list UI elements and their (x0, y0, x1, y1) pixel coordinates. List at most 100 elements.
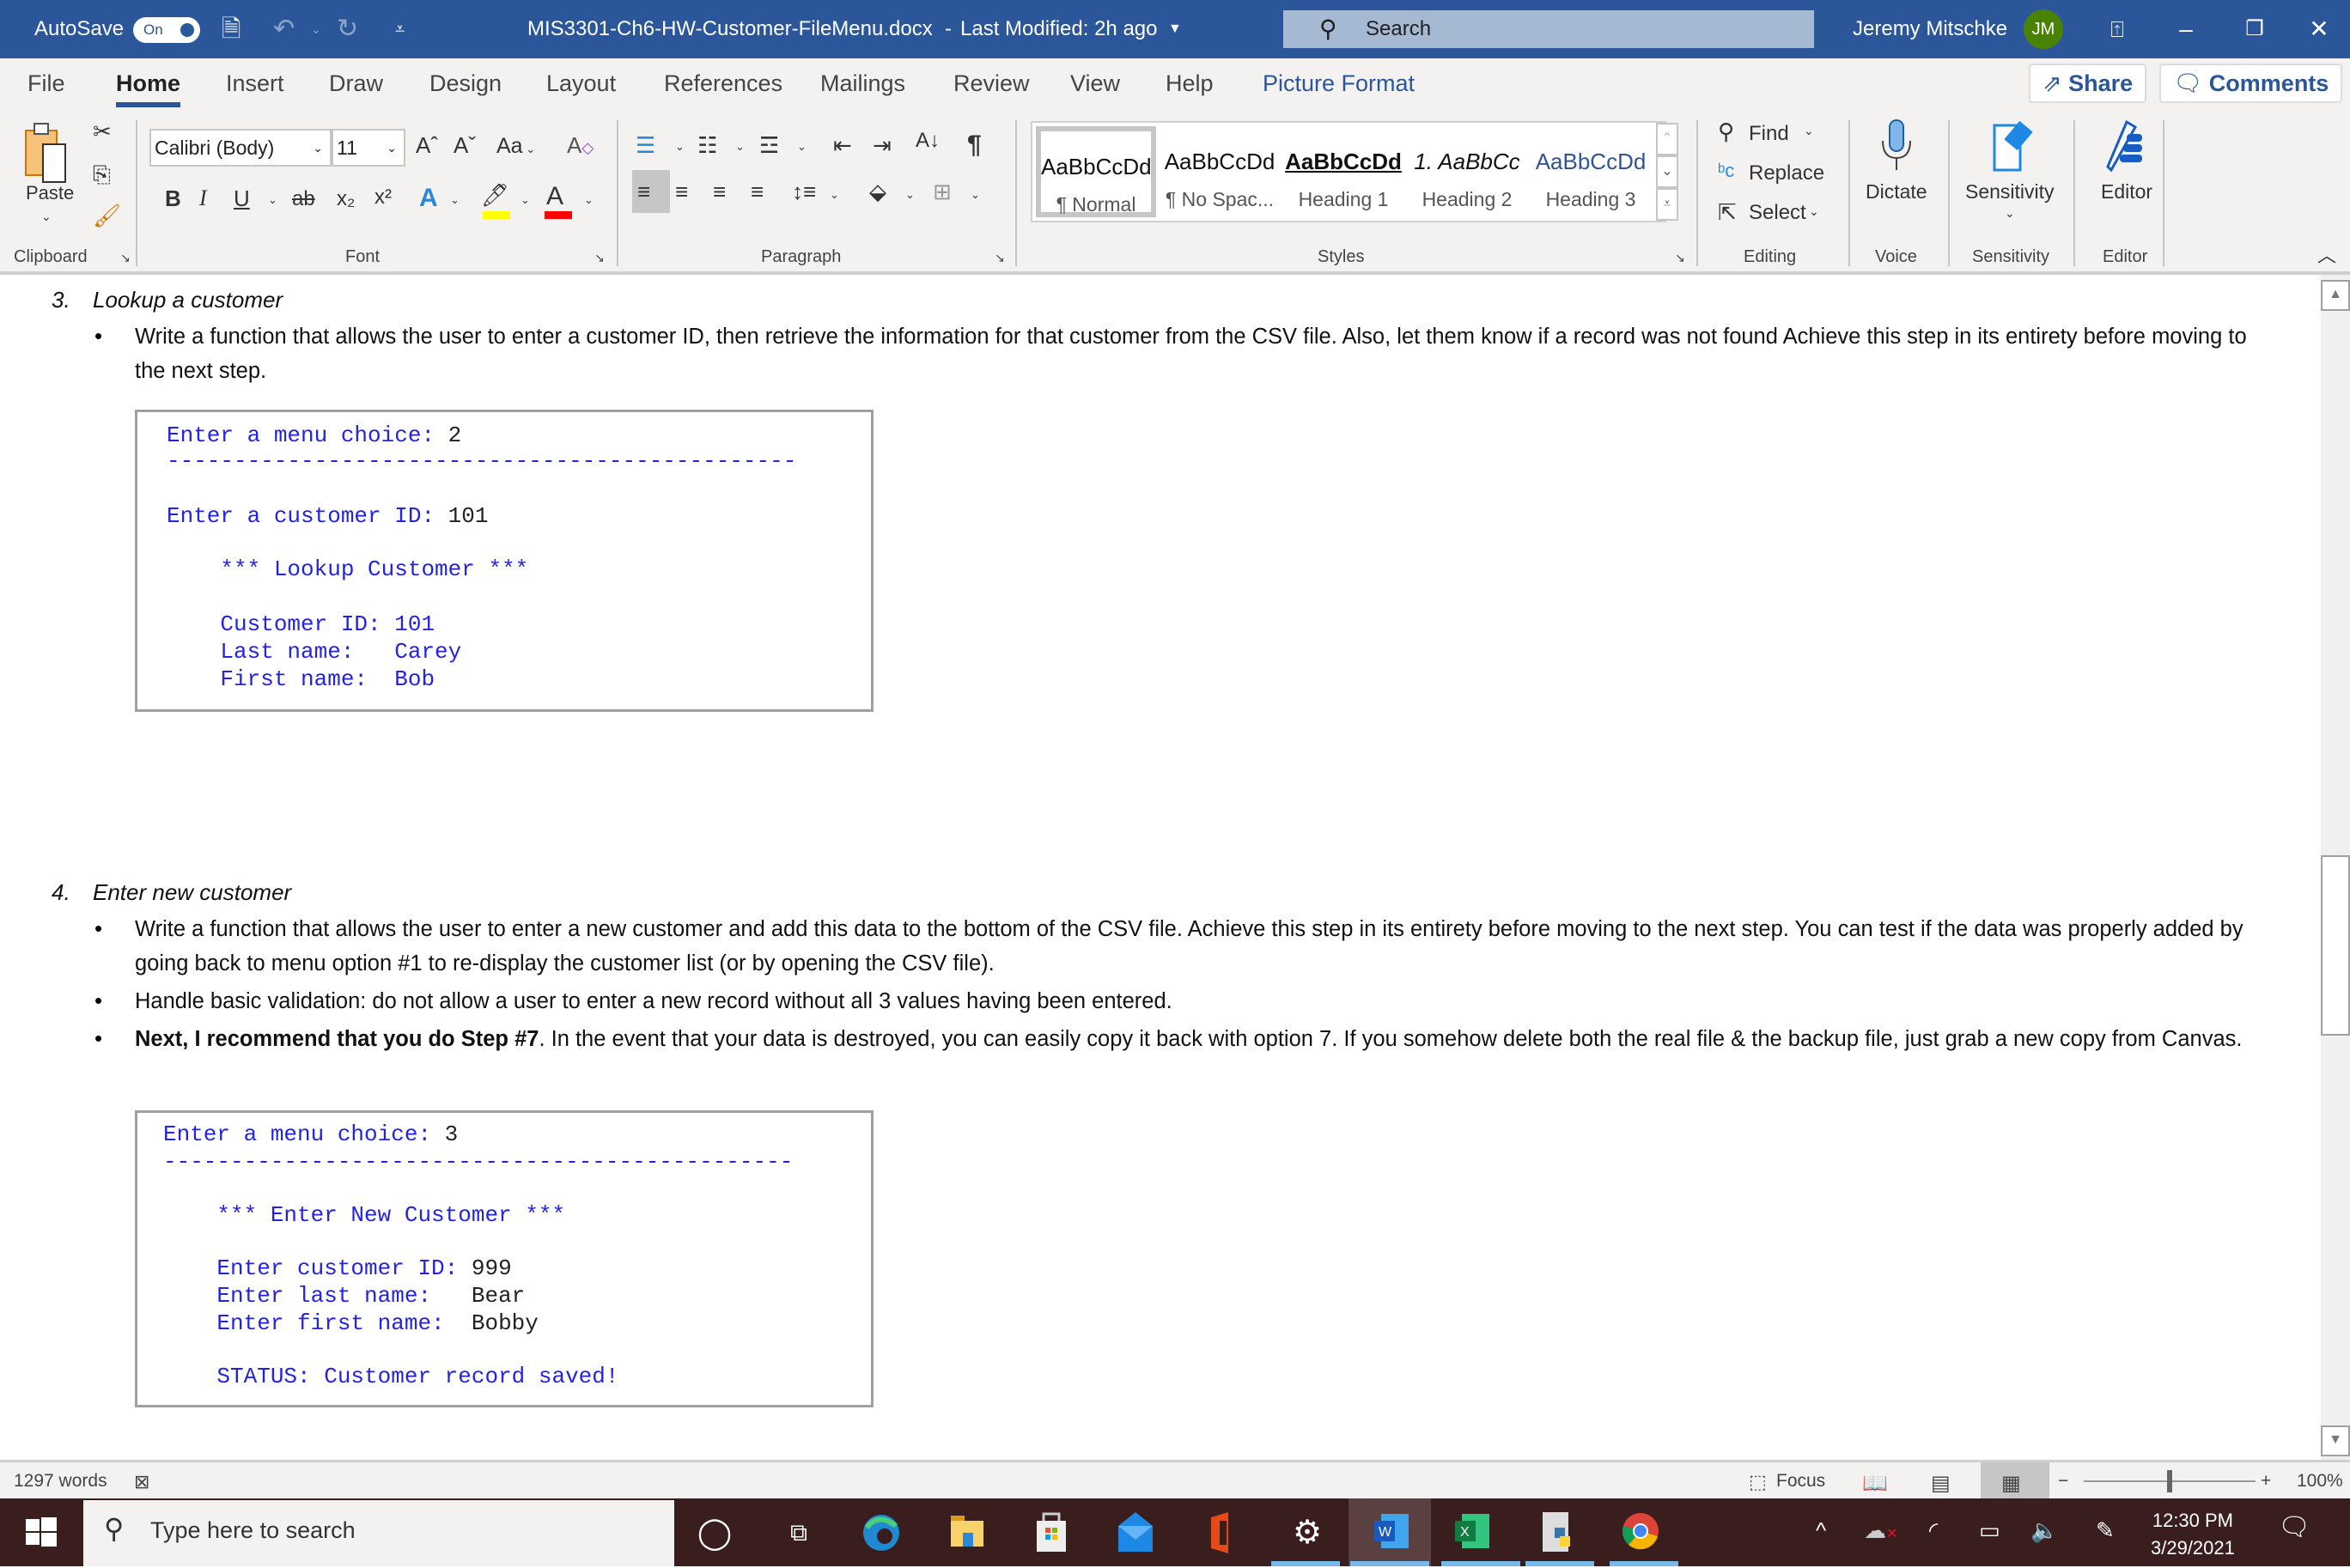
tab-design[interactable]: Design (429, 70, 502, 97)
task-view-icon[interactable]: ⧉ (776, 1510, 821, 1555)
superscript-button[interactable]: x² (374, 187, 392, 208)
tab-picture-format[interactable]: Picture Format (1263, 70, 1415, 97)
zoom-out-button[interactable]: − (2058, 1471, 2068, 1492)
last-modified-dropdown-icon[interactable]: ▼ (1168, 0, 1182, 58)
underline-dropdown-icon[interactable]: ⌄ (268, 194, 277, 205)
battery-icon[interactable]: ▭ (1979, 1517, 2000, 1544)
styles-scroll-down-icon[interactable]: ⌄ (1656, 155, 1678, 188)
font-size-select[interactable]: 11 ⌄ (332, 129, 405, 167)
show-hidden-icons[interactable]: ^ (1816, 1517, 1826, 1544)
print-layout-icon[interactable]: ▤ (1931, 1471, 1951, 1496)
bullets-icon[interactable]: ☰ (636, 134, 655, 156)
scroll-down-icon[interactable]: ▼ (2321, 1425, 2350, 1456)
style-no-spacing[interactable]: AaBbCcDd ¶ No Spac... (1160, 126, 1280, 217)
align-right-icon[interactable]: ≡ (713, 180, 726, 203)
undo-icon[interactable]: ↶ (273, 0, 295, 58)
pen-workspace-icon[interactable]: ✎ (2096, 1517, 2115, 1544)
tab-layout[interactable]: Layout (546, 70, 616, 97)
avatar[interactable]: JM (2024, 9, 2063, 49)
select-cursor-icon[interactable]: ⇱ (1718, 201, 1737, 223)
mail-icon[interactable] (1113, 1510, 1158, 1555)
tab-view[interactable]: View (1070, 70, 1120, 97)
find-icon[interactable]: ⚲ (1718, 120, 1734, 143)
collapse-ribbon-icon[interactable]: ︿ (2317, 240, 2336, 268)
microsoft-store-icon[interactable] (1029, 1510, 1074, 1555)
align-left-icon[interactable]: ≡ (637, 180, 650, 203)
change-case-button[interactable]: Aa ⌄ (496, 136, 535, 157)
python-icon[interactable] (1536, 1510, 1580, 1555)
text-effects-icon[interactable]: A (419, 185, 438, 211)
decrease-indent-icon[interactable]: ⇤ (833, 134, 852, 156)
tab-help[interactable]: Help (1166, 70, 1214, 97)
align-center-icon[interactable]: ≡ (675, 180, 688, 203)
bullets-dropdown-icon[interactable]: ⌄ (675, 141, 685, 152)
ribbon-display-options-icon[interactable]: ⍐ (2083, 0, 2152, 58)
format-painter-icon[interactable]: 🖌 (93, 204, 121, 227)
microphone-icon[interactable] (1879, 119, 1914, 170)
italic-button[interactable]: I (199, 187, 207, 210)
proofing-icon[interactable]: ⊠ (134, 1471, 149, 1493)
paste-button[interactable] (17, 120, 77, 185)
subscript-button[interactable]: x₂ (337, 189, 355, 210)
paragraph-launcher-icon[interactable]: ↘ (995, 251, 1005, 265)
styles-launcher-icon[interactable]: ↘ (1675, 251, 1685, 265)
increase-indent-icon[interactable]: ⇥ (873, 134, 892, 156)
web-layout-icon[interactable]: ▦ (2001, 1471, 2021, 1496)
close-icon[interactable]: ✕ (2285, 0, 2350, 58)
font-color-icon[interactable]: A (546, 184, 563, 210)
select-dropdown-icon[interactable]: ⌄ (1809, 204, 1819, 219)
highlight-icon[interactable]: 🖊 (481, 184, 509, 206)
taskbar-search[interactable]: ⚲ Type here to search (83, 1500, 674, 1566)
network-icon[interactable]: ◜ (1929, 1517, 1938, 1544)
vertical-scrollbar[interactable]: ▲ ▼ (2321, 275, 2350, 1460)
highlight-dropdown-icon[interactable]: ⌄ (521, 194, 530, 205)
shrink-font-icon[interactable]: Aˇ (454, 134, 476, 156)
font-name-select[interactable]: Calibri (Body) ⌄ (149, 129, 332, 167)
sensitivity-icon[interactable] (1989, 120, 2037, 172)
scroll-up-icon[interactable]: ▲ (2321, 280, 2350, 311)
styles-scroll-up-icon[interactable]: ⌃ (1656, 123, 1678, 155)
tab-references[interactable]: References (664, 70, 782, 97)
edge-icon[interactable] (859, 1510, 904, 1555)
comments-button[interactable]: 🗨 Comments (2159, 64, 2343, 103)
multilevel-list-icon[interactable]: ☲ (759, 134, 779, 156)
paste-label[interactable]: Paste (26, 182, 74, 204)
autosave-toggle[interactable]: On (133, 17, 200, 43)
editor-button[interactable]: Editor (2101, 180, 2152, 204)
grow-font-icon[interactable]: Aˆ (416, 134, 438, 156)
sort-icon[interactable]: A↓ (916, 131, 940, 151)
style-heading-2[interactable]: 1. AaBbCc Heading 2 (1407, 126, 1527, 217)
dictate-button[interactable]: Dictate (1866, 180, 1927, 204)
tab-draw[interactable]: Draw (329, 70, 383, 97)
notifications-icon[interactable]: 🗨 (2278, 1512, 2310, 1542)
read-mode-icon[interactable]: 📖 (1862, 1471, 1888, 1496)
sensitivity-dropdown-icon[interactable]: ⌄ (2005, 206, 2015, 221)
replace-button[interactable]: Replace (1749, 161, 1824, 185)
cortana-icon[interactable]: ◯ (692, 1510, 737, 1555)
zoom-in-button[interactable]: + (2261, 1471, 2271, 1492)
underline-button[interactable]: U (234, 187, 250, 210)
find-dropdown-icon[interactable]: ⌄ (1804, 124, 1814, 138)
bold-button[interactable]: B (165, 187, 181, 210)
word-count[interactable]: 1297 words (14, 1471, 107, 1492)
tab-review[interactable]: Review (953, 70, 1030, 97)
sensitivity-button[interactable]: Sensitivity (1965, 180, 2055, 204)
focus-button[interactable]: Focus (1776, 1471, 1825, 1492)
customize-toolbar-icon[interactable]: ⩡ (395, 0, 405, 58)
line-spacing-dropdown-icon[interactable]: ⌄ (830, 189, 839, 200)
find-button[interactable]: Find (1749, 122, 1789, 146)
tab-insert[interactable]: Insert (226, 70, 284, 97)
shading-dropdown-icon[interactable]: ⌄ (905, 189, 915, 200)
office-icon[interactable] (1199, 1510, 1244, 1555)
zoom-level[interactable]: 100% (2297, 1471, 2343, 1492)
styles-more-icon[interactable]: ⩡ (1656, 188, 1678, 221)
share-button[interactable]: ⇗ Share (2029, 64, 2147, 103)
style-heading-3[interactable]: AaBbCcDd Heading 3 (1531, 126, 1651, 217)
volume-icon[interactable]: 🔈 (2030, 1517, 2058, 1544)
tab-file[interactable]: File (27, 70, 65, 97)
font-launcher-icon[interactable]: ↘ (594, 251, 605, 265)
file-explorer-icon[interactable] (945, 1510, 989, 1555)
last-modified[interactable]: Last Modified: 2h ago (960, 0, 1158, 58)
chrome-icon[interactable] (1618, 1510, 1663, 1555)
minimize-icon[interactable]: – (2152, 0, 2220, 58)
